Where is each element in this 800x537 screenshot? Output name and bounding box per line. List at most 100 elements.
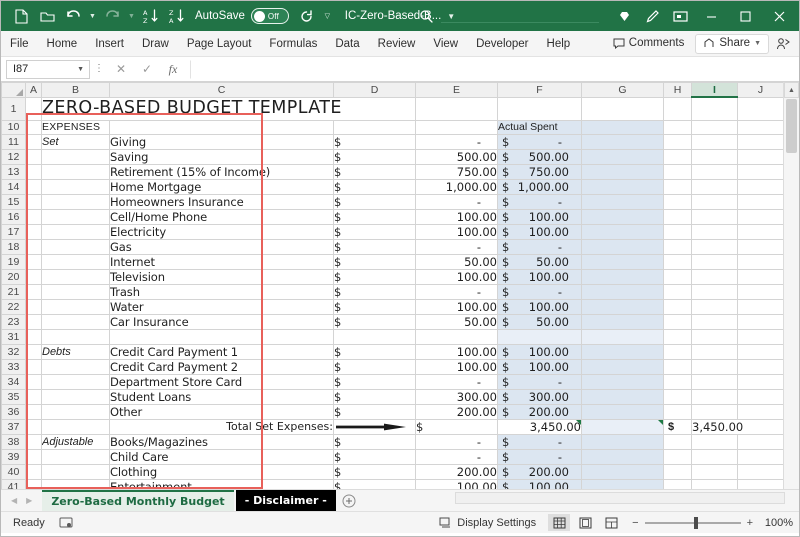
- tab-insert[interactable]: Insert: [86, 31, 133, 56]
- add-sheet-icon[interactable]: [336, 494, 362, 508]
- cell-e[interactable]: [416, 97, 498, 120]
- cell-budget-amount[interactable]: 1,000.00: [416, 180, 498, 195]
- cell-c[interactable]: [110, 120, 334, 135]
- cancel-formula-button[interactable]: ✕: [108, 59, 134, 79]
- cell-h[interactable]: [664, 270, 692, 285]
- cell-e[interactable]: [416, 120, 498, 135]
- sheet-title[interactable]: ZERO-BASED BUDGET TEMPLATE: [42, 97, 416, 120]
- tab-draw[interactable]: Draw: [133, 31, 178, 56]
- cell-expense-name[interactable]: Electricity: [110, 225, 334, 240]
- cell-j[interactable]: [738, 240, 784, 255]
- column-header-f[interactable]: F: [498, 83, 582, 98]
- total-budget-amount[interactable]: 3,450.00: [498, 419, 582, 434]
- enter-formula-button[interactable]: ✓: [134, 59, 160, 79]
- cell-expense-name[interactable]: Gas: [110, 240, 334, 255]
- row-header[interactable]: 16: [2, 210, 26, 225]
- cell-j[interactable]: [738, 479, 784, 489]
- tab-home[interactable]: Home: [38, 31, 87, 56]
- sheet-prev-icon[interactable]: ◀: [11, 496, 17, 505]
- redo-dropdown-icon[interactable]: ▼: [126, 5, 137, 27]
- column-header-i[interactable]: I: [692, 83, 738, 98]
- cell-budget-amount[interactable]: 200.00: [416, 404, 498, 419]
- cell-j[interactable]: [738, 270, 784, 285]
- total-actual-amount[interactable]: 3,450.00: [692, 419, 785, 434]
- cell-h[interactable]: [664, 120, 692, 135]
- cell-i[interactable]: [692, 389, 738, 404]
- cell-j[interactable]: [738, 180, 784, 195]
- cell-h[interactable]: [664, 374, 692, 389]
- cell-j[interactable]: [738, 135, 784, 150]
- cell-j[interactable]: [738, 434, 784, 449]
- cell-a[interactable]: [26, 255, 42, 270]
- cell-h[interactable]: [664, 150, 692, 165]
- formula-bar-expand-handle[interactable]: ⋮: [90, 64, 108, 74]
- cell-i[interactable]: [692, 270, 738, 285]
- cell-actual-amount[interactable]: $200.00: [498, 464, 582, 479]
- cell-a[interactable]: [26, 434, 42, 449]
- cell-budget-amount[interactable]: 300.00: [416, 389, 498, 404]
- cell-category-label[interactable]: [42, 389, 110, 404]
- display-settings-button[interactable]: Display Settings: [439, 517, 536, 529]
- undo-icon[interactable]: [61, 5, 85, 27]
- cell-category-label[interactable]: Set: [42, 135, 110, 150]
- cell-budget-amount[interactable]: 500.00: [416, 150, 498, 165]
- cell-g[interactable]: [582, 120, 664, 135]
- cell-actual-amount[interactable]: $100.00: [498, 210, 582, 225]
- cell-a[interactable]: [26, 210, 42, 225]
- cell-category-label[interactable]: [42, 479, 110, 489]
- sheet-tab-disclaimer[interactable]: - Disclaimer -: [236, 490, 336, 511]
- total-set-expenses-label[interactable]: Total Set Expenses:: [110, 419, 334, 434]
- cell-budget-amount[interactable]: 100.00: [416, 210, 498, 225]
- cell-category-label[interactable]: Debts: [42, 344, 110, 359]
- cell-h[interactable]: [664, 165, 692, 180]
- tab-formulas[interactable]: Formulas: [260, 31, 326, 56]
- cell-a[interactable]: [26, 419, 42, 434]
- row-header[interactable]: 22: [2, 300, 26, 315]
- row-header[interactable]: 11: [2, 135, 26, 150]
- cell-j[interactable]: [738, 330, 784, 345]
- cell-h[interactable]: [664, 97, 692, 120]
- cell-g[interactable]: [582, 285, 664, 300]
- cell-category-label[interactable]: [42, 180, 110, 195]
- autosave-toggle[interactable]: Off: [251, 8, 289, 24]
- cell-category-label[interactable]: [42, 165, 110, 180]
- horizontal-scroll-thumb[interactable]: [456, 493, 784, 503]
- row-header[interactable]: 41: [2, 479, 26, 489]
- cell-j[interactable]: [738, 389, 784, 404]
- cell-actual-amount[interactable]: $750.00: [498, 165, 582, 180]
- cell-g[interactable]: [582, 464, 664, 479]
- cell-h[interactable]: [664, 210, 692, 225]
- cell-g[interactable]: [582, 359, 664, 374]
- cell-budget-currency[interactable]: $: [334, 240, 416, 255]
- cell-expense-name[interactable]: Credit Card Payment 2: [110, 359, 334, 374]
- cell-h[interactable]: [664, 300, 692, 315]
- cell-g[interactable]: [582, 449, 664, 464]
- cell-expense-name[interactable]: Books/Magazines: [110, 434, 334, 449]
- row-header[interactable]: 33: [2, 359, 26, 374]
- cell-budget-amount[interactable]: 100.00: [416, 479, 498, 489]
- cell-budget-currency[interactable]: $: [334, 180, 416, 195]
- cell-j[interactable]: [738, 464, 784, 479]
- cell-expense-name[interactable]: Car Insurance: [110, 315, 334, 330]
- cell-expense-name[interactable]: Internet: [110, 255, 334, 270]
- cell-g[interactable]: [582, 389, 664, 404]
- share-person-icon[interactable]: [772, 34, 794, 54]
- cell-budget-currency[interactable]: $: [334, 195, 416, 210]
- cell-g[interactable]: [582, 434, 664, 449]
- total-budget-currency[interactable]: $: [416, 419, 498, 434]
- cell-h[interactable]: [664, 315, 692, 330]
- cell-category-label[interactable]: [42, 240, 110, 255]
- row-header[interactable]: 19: [2, 255, 26, 270]
- cell-actual-amount[interactable]: $-: [498, 285, 582, 300]
- cell-i[interactable]: [692, 285, 738, 300]
- cell-budget-currency[interactable]: $: [334, 165, 416, 180]
- cell-a[interactable]: [26, 97, 42, 120]
- open-folder-icon[interactable]: [35, 5, 59, 27]
- cell-i[interactable]: [692, 315, 738, 330]
- cell-budget-currency[interactable]: $: [334, 434, 416, 449]
- cell-budget-currency[interactable]: $: [334, 464, 416, 479]
- row-header[interactable]: 15: [2, 195, 26, 210]
- cell-actual-amount[interactable]: $100.00: [498, 270, 582, 285]
- cell-i[interactable]: [692, 359, 738, 374]
- cell-i[interactable]: [692, 449, 738, 464]
